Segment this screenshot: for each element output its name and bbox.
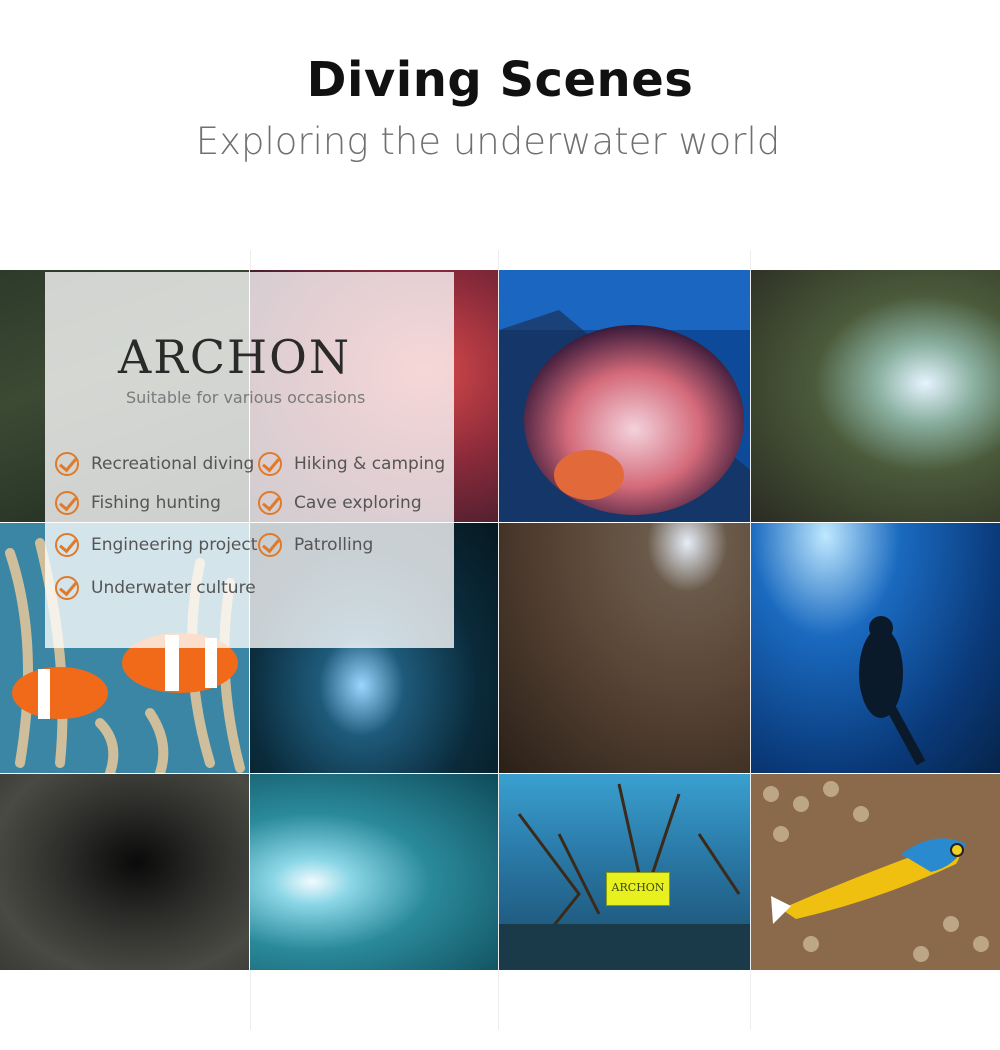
use-item: Fishing hunting bbox=[55, 491, 221, 515]
page-title: Diving Scenes bbox=[306, 52, 694, 108]
use-item: Recreational diving bbox=[55, 452, 254, 476]
check-icon bbox=[55, 491, 79, 515]
use-item: Cave exploring bbox=[258, 491, 422, 515]
photo-deep-diver bbox=[751, 523, 1000, 773]
use-item: Hiking & camping bbox=[258, 452, 445, 476]
page-subtitle: Exploring the underwater world bbox=[195, 120, 781, 163]
brand-tagline: Suitable for various occasions bbox=[126, 388, 366, 407]
photo-cave-light bbox=[751, 270, 1000, 522]
use-item: Engineering project bbox=[55, 533, 257, 557]
photo-yellow-fish bbox=[751, 774, 1000, 970]
check-icon bbox=[55, 533, 79, 557]
use-item: Patrolling bbox=[258, 533, 373, 557]
brand-logo: ARCHON bbox=[118, 330, 352, 384]
use-label: Patrolling bbox=[294, 535, 374, 555]
check-icon bbox=[258, 452, 282, 476]
photo-underwater-sign: ARCHON bbox=[499, 774, 750, 970]
photo-divers-lights bbox=[250, 774, 498, 970]
use-item: Underwater culture bbox=[55, 576, 256, 600]
photo-tunnel bbox=[0, 774, 249, 970]
use-label: Cave exploring bbox=[294, 493, 422, 513]
check-icon bbox=[258, 491, 282, 515]
photo-cave-climber bbox=[499, 523, 750, 773]
check-icon bbox=[55, 576, 79, 600]
use-label: Recreational diving bbox=[91, 454, 255, 474]
photo-soft-coral bbox=[499, 270, 750, 522]
check-icon bbox=[258, 533, 282, 557]
use-label: Hiking & camping bbox=[294, 454, 446, 474]
underwater-sign-board: ARCHON bbox=[606, 872, 670, 906]
use-label: Fishing hunting bbox=[91, 493, 221, 513]
use-label: Engineering project bbox=[91, 535, 258, 555]
use-label: Underwater culture bbox=[91, 578, 256, 598]
check-icon bbox=[55, 452, 79, 476]
